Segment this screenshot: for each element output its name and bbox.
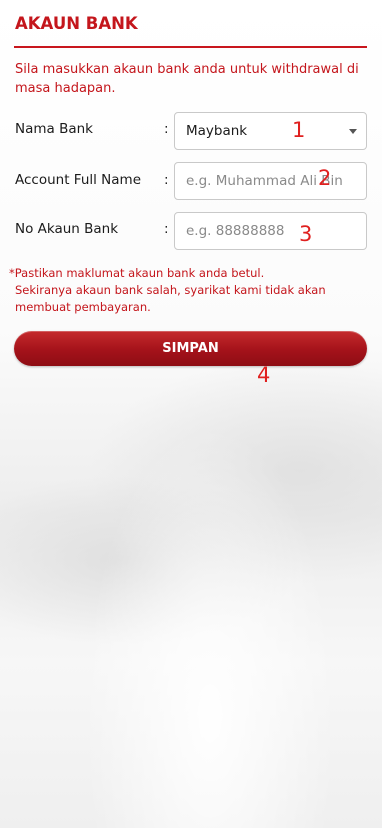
title-divider: [14, 46, 367, 48]
warning-line-2: Sekiranya akaun bank salah, syarikat kam…: [15, 283, 326, 297]
full-name-colon: :: [164, 172, 169, 188]
full-name-input[interactable]: [186, 173, 366, 189]
full-name-field-wrapper: [174, 162, 367, 200]
caret-down-icon: [349, 129, 357, 134]
account-no-label: No Akaun Bank: [15, 221, 119, 237]
warning-notice: *Pastikan maklumat akaun bank anda betul…: [9, 265, 374, 316]
account-no-colon: :: [164, 221, 169, 237]
bank-name-select[interactable]: Maybank: [174, 112, 367, 150]
save-button[interactable]: SIMPAN: [14, 331, 367, 366]
full-name-label: Account Full Name: [15, 172, 142, 188]
page-title: AKAUN BANK: [15, 14, 138, 33]
warning-line-3: membuat pembayaran.: [15, 300, 151, 314]
annotation-marker-3: 3: [299, 222, 313, 246]
account-no-input[interactable]: [186, 223, 366, 239]
bank-name-selected-value: Maybank: [186, 123, 248, 139]
warning-line-1: *Pastikan maklumat akaun bank anda betul…: [9, 266, 265, 280]
bank-name-colon: :: [164, 121, 169, 137]
annotation-marker-1: 1: [292, 118, 306, 142]
instruction-text: Sila masukkan akaun bank anda untuk with…: [15, 62, 359, 96]
bank-name-label: Nama Bank: [15, 121, 93, 137]
annotation-marker-2: 2: [318, 166, 332, 190]
annotation-marker-4: 4: [257, 363, 271, 387]
bank-account-page: AKAUN BANK Sila masukkan akaun bank anda…: [0, 0, 382, 828]
account-no-field-wrapper: [174, 212, 367, 250]
